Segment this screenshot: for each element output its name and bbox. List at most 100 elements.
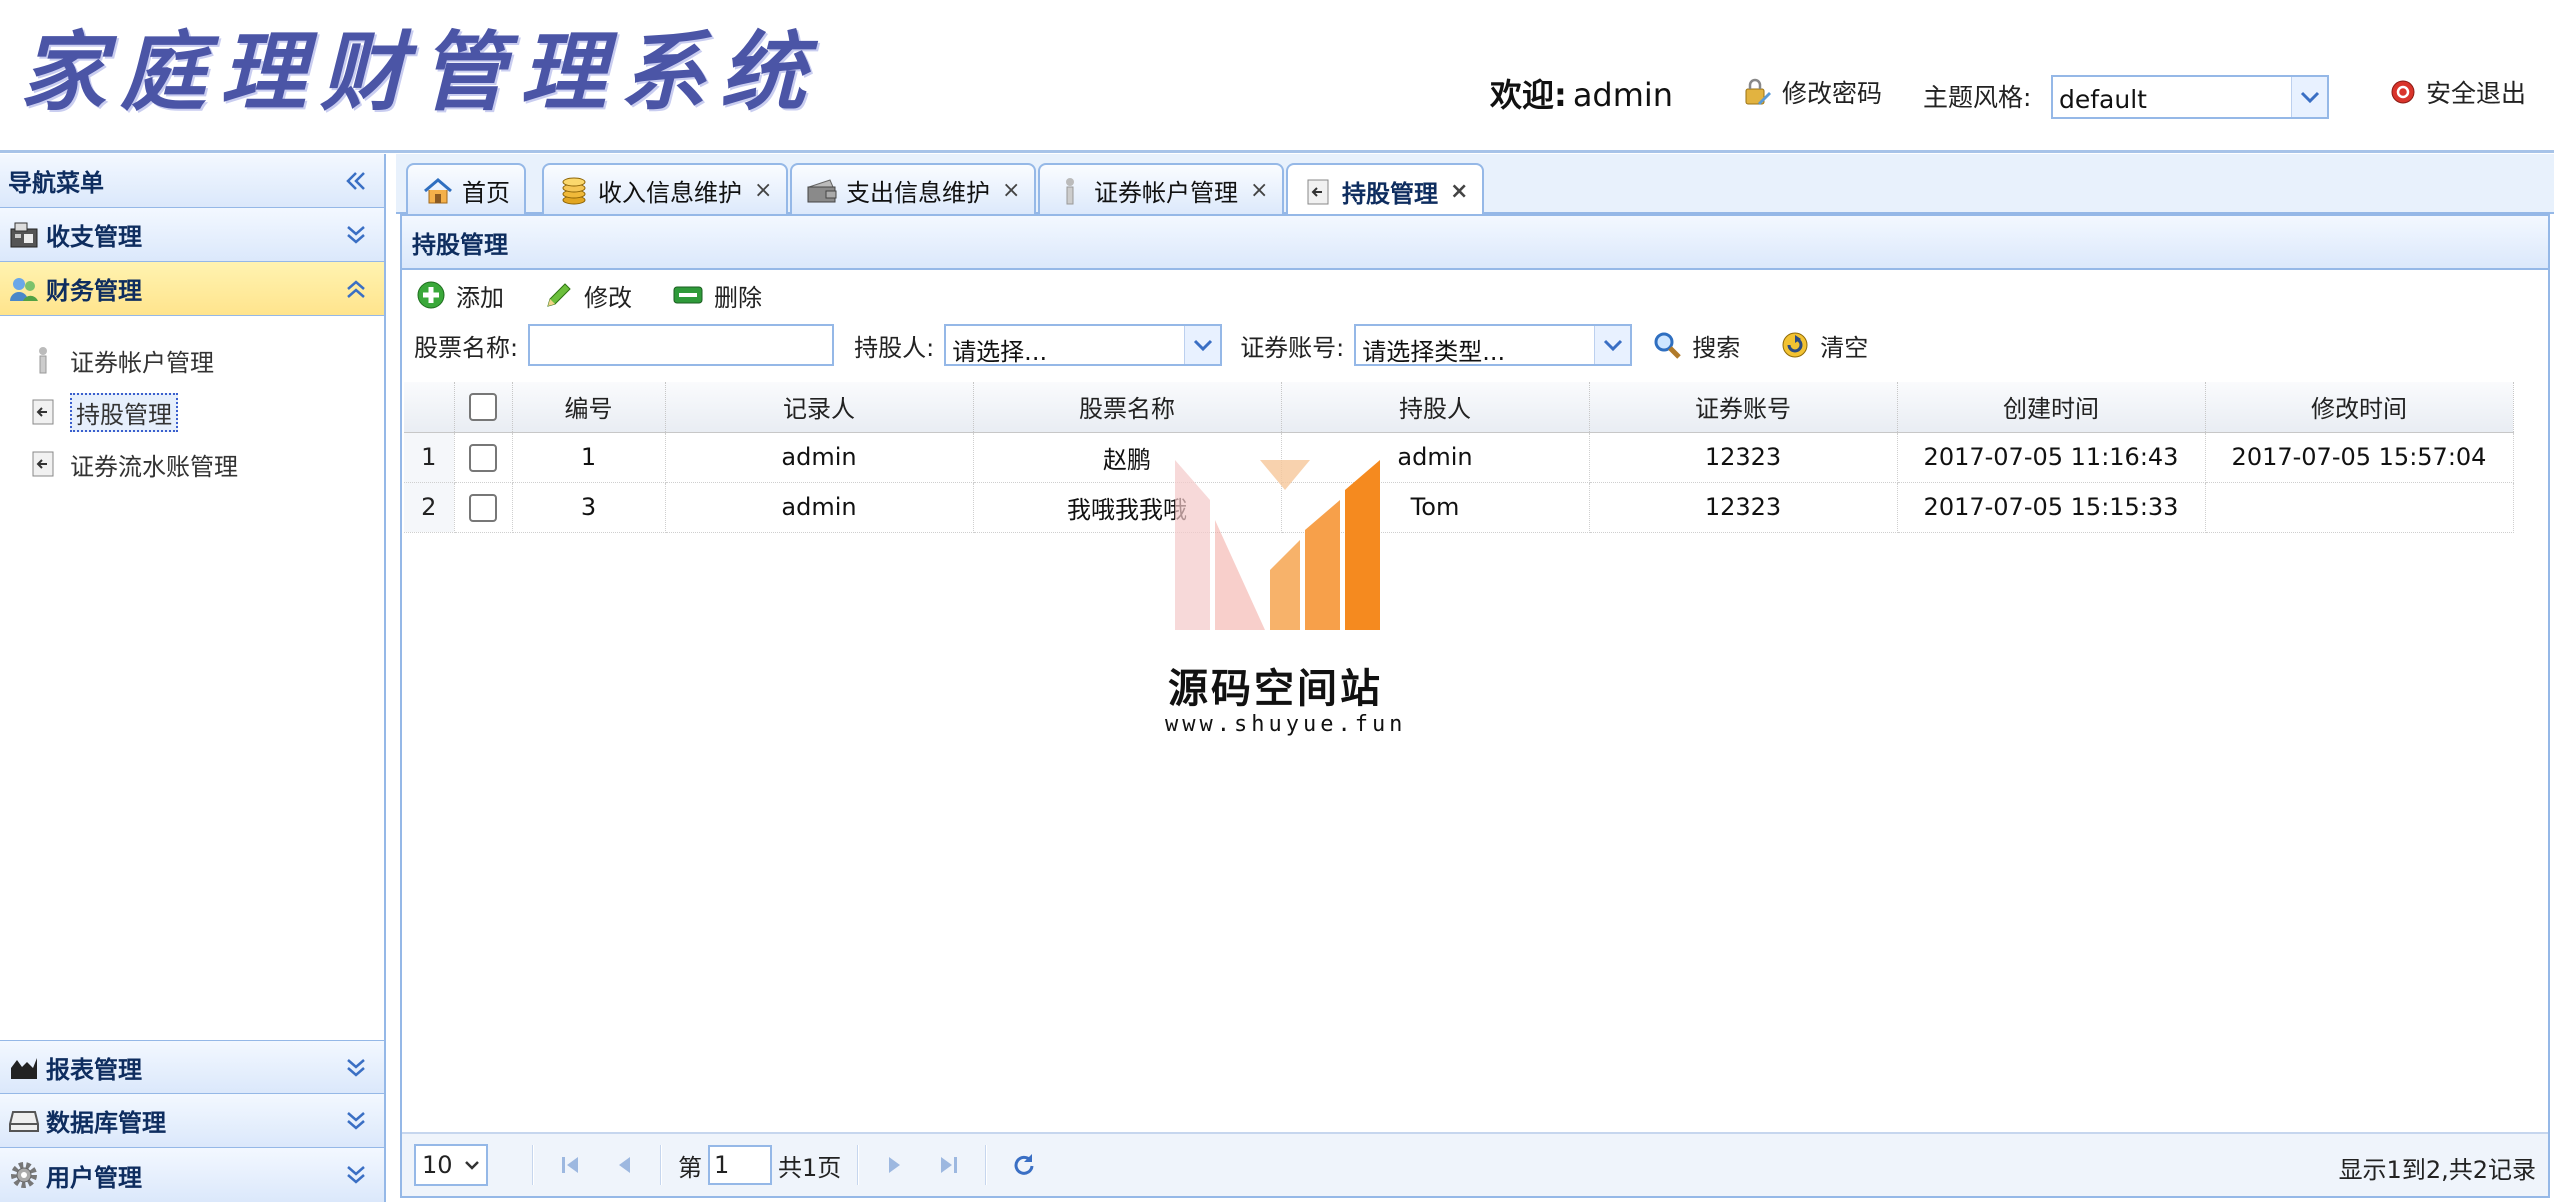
select-all-checkbox[interactable] bbox=[469, 393, 497, 422]
chevron-double-down-icon[interactable] bbox=[342, 1161, 370, 1189]
app-logo-title: 家庭理财管理系统 bbox=[20, 22, 820, 123]
column-header[interactable]: 股票名称 bbox=[973, 382, 1282, 433]
clear-button[interactable]: 清空 bbox=[1780, 328, 1868, 363]
app-header: 家庭理财管理系统 欢迎: admin 修改密码 主题风格: default 安全退… bbox=[0, 0, 2554, 153]
document-arrow-icon bbox=[1302, 176, 1334, 208]
holdings-panel: 持股管理 添加 修改 删除 股票名称: 持股人: 请选择... 证券账号: 请选… bbox=[400, 214, 2550, 1198]
chevron-double-up-icon[interactable] bbox=[342, 275, 370, 303]
first-page-button[interactable] bbox=[550, 1145, 590, 1185]
sidebar-item-holdings[interactable]: 持股管理 bbox=[0, 386, 384, 438]
tab-label: 持股管理 bbox=[1342, 180, 1438, 208]
delete-button[interactable]: 删除 bbox=[672, 278, 762, 313]
holder-select[interactable]: 请选择... bbox=[944, 324, 1223, 366]
chevron-double-down-icon[interactable] bbox=[342, 1054, 370, 1082]
first-page-icon bbox=[562, 1157, 578, 1173]
account-select[interactable]: 请选择类型... bbox=[1354, 324, 1633, 366]
tab-home[interactable]: 首页 bbox=[406, 163, 526, 216]
theme-select[interactable]: default bbox=[2051, 75, 2329, 119]
delete-button-label: 删除 bbox=[714, 283, 762, 312]
column-header[interactable]: 记录人 bbox=[665, 382, 974, 433]
row-checkbox[interactable] bbox=[469, 493, 497, 522]
prev-page-button[interactable] bbox=[604, 1145, 644, 1185]
sidebar-item-securities-ledger[interactable]: 证券流水账管理 bbox=[0, 438, 384, 490]
sidebar-group-reports[interactable]: 报表管理 bbox=[0, 1040, 384, 1094]
sidebar-group-users-label: 用户管理 bbox=[46, 1163, 142, 1192]
sidebar-group-users[interactable]: 用户管理 bbox=[0, 1148, 384, 1202]
row-number: 1 bbox=[404, 432, 455, 483]
tab-label: 支出信息维护 bbox=[846, 179, 990, 207]
next-page-button[interactable] bbox=[875, 1145, 915, 1185]
sidebar-item-label: 证券帐户管理 bbox=[70, 348, 214, 377]
welcome-text: 欢迎: admin bbox=[1490, 70, 1673, 116]
prev-page-icon bbox=[619, 1157, 630, 1173]
chevron-down-icon[interactable] bbox=[1594, 326, 1631, 364]
row-checkbox[interactable] bbox=[469, 443, 497, 472]
add-button-label: 添加 bbox=[456, 283, 504, 312]
minus-icon bbox=[673, 286, 703, 304]
row-number-header bbox=[404, 382, 455, 433]
chevron-double-down-icon[interactable] bbox=[342, 1107, 370, 1135]
cell-created: 2017-07-05 11:16:43 bbox=[1897, 432, 2206, 483]
search-button[interactable]: 搜索 bbox=[1652, 328, 1740, 363]
cell-recorder: admin bbox=[665, 432, 974, 483]
tab-expense[interactable]: 支出信息维护 × bbox=[790, 163, 1037, 216]
pencil-icon bbox=[547, 283, 571, 307]
sidebar-item-securities-account[interactable]: 证券帐户管理 bbox=[0, 334, 384, 386]
row-number: 2 bbox=[404, 482, 455, 533]
collapse-left-icon[interactable] bbox=[342, 167, 370, 195]
theme-label: 主题风格: bbox=[1923, 83, 2032, 112]
column-header[interactable]: 证券账号 bbox=[1589, 382, 1898, 433]
add-button[interactable]: 添加 bbox=[416, 278, 504, 313]
reload-button[interactable] bbox=[1003, 1145, 1043, 1185]
clear-button-label: 清空 bbox=[1820, 333, 1869, 362]
sidebar-item-label: 证券流水账管理 bbox=[70, 452, 238, 481]
sidebar-group-database-label: 数据库管理 bbox=[46, 1109, 166, 1137]
close-icon[interactable]: × bbox=[1250, 178, 1268, 203]
column-header[interactable]: 编号 bbox=[512, 382, 666, 433]
sidebar-group-finance-label: 财务管理 bbox=[46, 277, 142, 305]
pager-separator bbox=[985, 1145, 988, 1185]
page-size-select[interactable]: 10 bbox=[414, 1144, 488, 1186]
pager-separator bbox=[857, 1145, 860, 1185]
page-number-input[interactable]: 1 bbox=[708, 1145, 772, 1185]
close-icon[interactable]: × bbox=[754, 178, 772, 203]
sidebar-group-reports-label: 报表管理 bbox=[46, 1055, 142, 1084]
column-header[interactable]: 持股人 bbox=[1281, 382, 1590, 433]
stock-name-label: 股票名称: bbox=[414, 333, 519, 362]
plus-icon bbox=[417, 281, 445, 309]
table-row[interactable]: 2 3 admin 我哦我我哦 Tom 12323 2017-07-05 15:… bbox=[404, 482, 2514, 533]
last-page-icon bbox=[941, 1157, 958, 1173]
tab-holdings[interactable]: 持股管理 × bbox=[1286, 163, 1485, 218]
refresh-icon bbox=[1782, 332, 1808, 358]
welcome-label: 欢迎: bbox=[1490, 76, 1567, 114]
tab-securities-account[interactable]: 证券帐户管理 × bbox=[1038, 163, 1285, 216]
person-icon bbox=[1054, 175, 1086, 207]
change-password-link[interactable]: 修改密码 bbox=[1742, 74, 1882, 110]
logout-label: 安全退出 bbox=[2426, 79, 2527, 108]
logout-link[interactable]: 安全退出 bbox=[2390, 74, 2526, 110]
sidebar-title-bar: 导航菜单 bbox=[0, 154, 384, 208]
sidebar-group-database[interactable]: 数据库管理 bbox=[0, 1094, 384, 1148]
chevron-down-icon[interactable] bbox=[1184, 326, 1221, 364]
sidebar-group-finance[interactable]: 财务管理 bbox=[0, 262, 384, 316]
page-size-value: 10 bbox=[422, 1151, 453, 1179]
holder-label: 持股人: bbox=[854, 333, 935, 362]
sidebar-group-income-label: 收支管理 bbox=[46, 223, 142, 251]
hard-drive-icon bbox=[8, 1105, 40, 1137]
column-header[interactable]: 创建时间 bbox=[1897, 382, 2206, 433]
close-icon[interactable]: × bbox=[1002, 178, 1020, 203]
stock-name-input[interactable] bbox=[528, 324, 835, 366]
close-icon[interactable]: × bbox=[1450, 179, 1468, 204]
last-page-button[interactable] bbox=[929, 1145, 969, 1185]
tab-income[interactable]: 收入信息维护 × bbox=[542, 163, 789, 216]
change-password-label: 修改密码 bbox=[1782, 79, 1883, 108]
sidebar-group-income[interactable]: 收支管理 bbox=[0, 208, 384, 262]
finance-menu-list: 证券帐户管理 持股管理 证券流水账管理 bbox=[0, 316, 384, 1142]
chevron-down-icon[interactable] bbox=[2291, 77, 2327, 117]
chevron-double-down-icon[interactable] bbox=[342, 221, 370, 249]
edit-button[interactable]: 修改 bbox=[544, 278, 632, 313]
cell-created: 2017-07-05 15:15:33 bbox=[1897, 482, 2206, 533]
column-header[interactable]: 修改时间 bbox=[2205, 382, 2514, 433]
lock-pencil-icon bbox=[1745, 78, 1771, 105]
table-row[interactable]: 1 1 admin 赵鹏 admin 12323 2017-07-05 11:1… bbox=[404, 432, 2514, 483]
